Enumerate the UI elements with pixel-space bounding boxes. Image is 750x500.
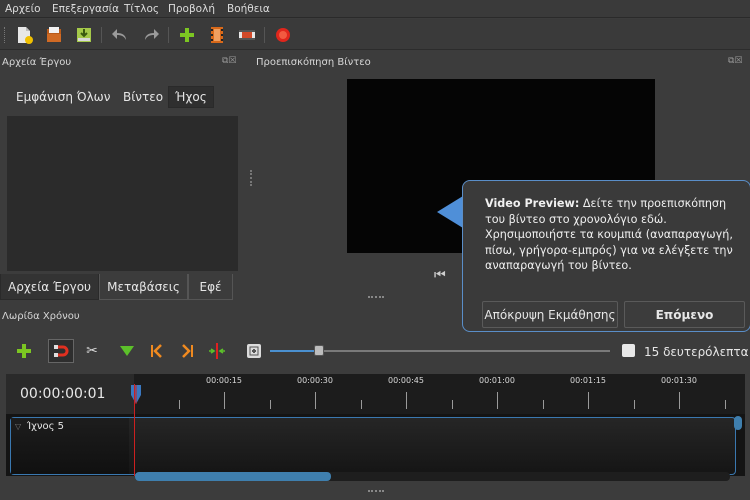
project-files-list[interactable] <box>7 116 238 271</box>
tick-label: 00:01:00 <box>479 376 515 385</box>
tick-major <box>679 392 680 409</box>
add-marker-icon[interactable] <box>118 342 136 360</box>
timeline-title: Λωρίδα Χρόνου <box>2 311 80 322</box>
project-files-title: Αρχεία Έργου <box>2 57 72 68</box>
tick-major <box>497 392 498 409</box>
menu-title[interactable]: Τίτλος <box>124 3 159 15</box>
tutorial-popup: Video Preview: Δείτε την προεπισκόπηση τ… <box>462 180 750 332</box>
track-name: Ίχνος 5 <box>27 421 64 432</box>
dock-splitter-handle[interactable] <box>368 296 384 298</box>
tick-major <box>588 392 589 409</box>
horizontal-scrollbar-thumb[interactable] <box>135 472 331 481</box>
tick-minor <box>725 400 726 409</box>
timeline-ruler[interactable]: 00:00:00:01 00:00:15 00:00:30 00:00:45 0… <box>6 374 745 414</box>
zoom-slider[interactable] <box>270 345 610 356</box>
tick-minor <box>543 400 544 409</box>
new-project-icon[interactable] <box>14 25 34 45</box>
record-icon[interactable] <box>273 25 293 45</box>
track-collapse-icon[interactable]: ▽ <box>15 422 21 431</box>
tick-major <box>224 392 225 409</box>
zoom-duration-label: 15 δευτερόλεπτα <box>644 345 749 359</box>
filter-audio-tab[interactable]: Ήχος <box>168 86 214 108</box>
menu-file[interactable]: Αρχείο <box>5 3 41 15</box>
hide-tutorial-button[interactable]: Απόκρυψη Εκμάθησης <box>482 301 618 328</box>
tick-label: 00:00:15 <box>206 376 242 385</box>
export-film-icon[interactable] <box>237 25 257 45</box>
tab-transitions[interactable]: Μεταβάσεις <box>99 274 188 300</box>
filter-video-tab[interactable]: Βίντεο <box>117 87 169 107</box>
toolbar-divider <box>168 27 169 43</box>
timeline-tracks[interactable]: ▽ Ίχνος 5 <box>6 414 745 476</box>
toolbar-divider <box>264 27 265 43</box>
zoom-slider-fill <box>270 350 317 352</box>
next-marker-icon[interactable] <box>178 342 196 360</box>
dock-splitter-handle[interactable] <box>250 170 252 186</box>
previous-marker-icon[interactable] <box>148 342 166 360</box>
dock-tabs: Αρχεία Έργου Μεταβάσεις Εφέ <box>0 274 245 300</box>
redo-icon[interactable] <box>141 25 161 45</box>
main-toolbar <box>0 19 750 50</box>
tick-label: 00:00:30 <box>297 376 333 385</box>
toolbar-divider <box>101 27 102 43</box>
undo-icon[interactable] <box>110 25 130 45</box>
tick-minor <box>179 400 180 409</box>
center-playhead-icon[interactable] <box>208 342 226 360</box>
zoom-icon <box>247 344 261 358</box>
video-preview-title: Προεπισκόπηση Βίντεο <box>256 57 371 68</box>
menu-bar: Αρχείο Επεξεργασία Τίτλος Προβολή Βοήθει… <box>0 0 750 18</box>
menu-edit[interactable]: Επεξεργασία <box>52 3 119 15</box>
playhead-line <box>134 384 135 476</box>
filter-show-all-tab[interactable]: Εμφάνιση Όλων <box>10 87 116 107</box>
tutorial-text: Video Preview: Δείτε την προεπισκόπηση τ… <box>485 196 743 274</box>
horizontal-scrollbar[interactable] <box>135 472 730 481</box>
open-project-icon[interactable] <box>44 25 64 45</box>
tick-label: 00:01:30 <box>661 376 697 385</box>
tutorial-pointer <box>437 196 463 228</box>
tick-minor <box>270 400 271 409</box>
menu-view[interactable]: Προβολή <box>168 3 215 15</box>
toolbar-grip <box>4 27 7 43</box>
time-display-panel: 00:00:00:01 <box>6 374 134 414</box>
jump-to-start-icon[interactable]: ⏮ <box>434 268 446 283</box>
tick-major <box>315 392 316 409</box>
vertical-scrollbar[interactable] <box>734 416 742 430</box>
import-files-icon[interactable] <box>177 25 197 45</box>
zoom-slider-handle[interactable] <box>314 345 324 356</box>
menu-help[interactable]: Βοήθεια <box>227 3 270 15</box>
track-header[interactable]: ▽ Ίχνος 5 <box>11 418 129 474</box>
dock-float-close-icon[interactable]: ⧉☒ <box>728 56 743 66</box>
tab-project-files[interactable]: Αρχεία Έργου <box>0 274 99 300</box>
add-track-icon[interactable] <box>15 342 33 360</box>
tick-minor <box>452 400 453 409</box>
tick-minor <box>361 400 362 409</box>
tutorial-heading: Video Preview: <box>485 197 580 210</box>
tick-label: 00:01:15 <box>570 376 606 385</box>
next-button[interactable]: Επόμενο <box>624 301 745 328</box>
track-row[interactable]: ▽ Ίχνος 5 <box>10 417 736 475</box>
tab-effects[interactable]: Εφέ <box>188 274 233 300</box>
zoom-duration-checkbox[interactable] <box>622 344 635 357</box>
tick-minor <box>634 400 635 409</box>
tick-major <box>406 392 407 409</box>
razor-icon[interactable]: ✂ <box>83 342 101 360</box>
current-time-display: 00:00:00:01 <box>20 386 106 402</box>
snapping-toggle[interactable] <box>48 339 74 363</box>
dock-float-close-icon[interactable]: ⧉☒ <box>222 56 237 66</box>
dock-splitter-handle[interactable] <box>368 490 384 492</box>
add-video-icon[interactable] <box>207 25 227 45</box>
save-project-icon[interactable] <box>74 25 94 45</box>
playhead-handle[interactable] <box>129 384 143 409</box>
tick-label: 00:00:45 <box>388 376 424 385</box>
